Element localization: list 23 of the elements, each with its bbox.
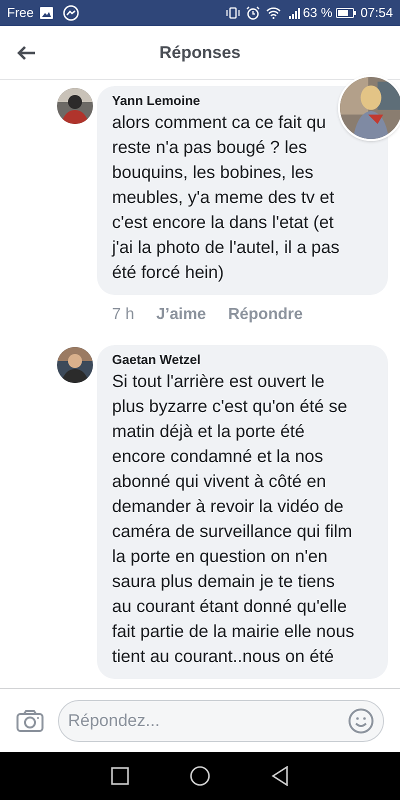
carrier-text: Free: [7, 4, 34, 22]
image-icon: [40, 7, 53, 19]
back-arrow-icon[interactable]: [16, 45, 36, 61]
battery-percent: 63 %: [302, 4, 332, 22]
comment-time: 7 h: [112, 305, 134, 325]
back-icon[interactable]: [271, 766, 290, 786]
emoji-icon[interactable]: [348, 708, 374, 734]
clock-time: 07:54: [360, 4, 393, 22]
messenger-icon: [62, 5, 79, 21]
signal-icon: [288, 8, 301, 18]
author-name[interactable]: Yann Lemoine: [112, 92, 200, 110]
wifi-icon: [266, 7, 281, 19]
battery-icon: [336, 8, 356, 18]
home-icon[interactable]: [190, 766, 210, 786]
comment-text: Si tout l'arrière est ouvert le plus byzarre c'est qu'on été se matin déjà et la porte été encore condamné et la nos abonné qui vivent à côté en demander à revoir la vidéo de caméra de surveillance qui film la porte en question on n'en saura plus demain je te tiens au courant étant donné qu'elle fait partie de la mairie elle nous tient au courant..nous on été: [112, 370, 356, 668]
vibrate-icon: [226, 7, 240, 19]
reply-input-field[interactable]: Répondez...: [58, 700, 384, 742]
camera-icon[interactable]: [16, 708, 44, 732]
page-title: Réponses: [159, 42, 241, 64]
alarm-icon: [246, 6, 260, 20]
comment-text: alors comment ca ce fait qu reste n'a pas bougé ? les bouquins, les bobines, les meubles, y'a meme des tv et c'est encore la dans l'etat (et j'ai la photo de l'autel, il a pas été forcé hein): [112, 111, 341, 284]
recents-icon[interactable]: [110, 767, 129, 785]
author-name[interactable]: Gaetan Wetzel: [112, 351, 201, 369]
